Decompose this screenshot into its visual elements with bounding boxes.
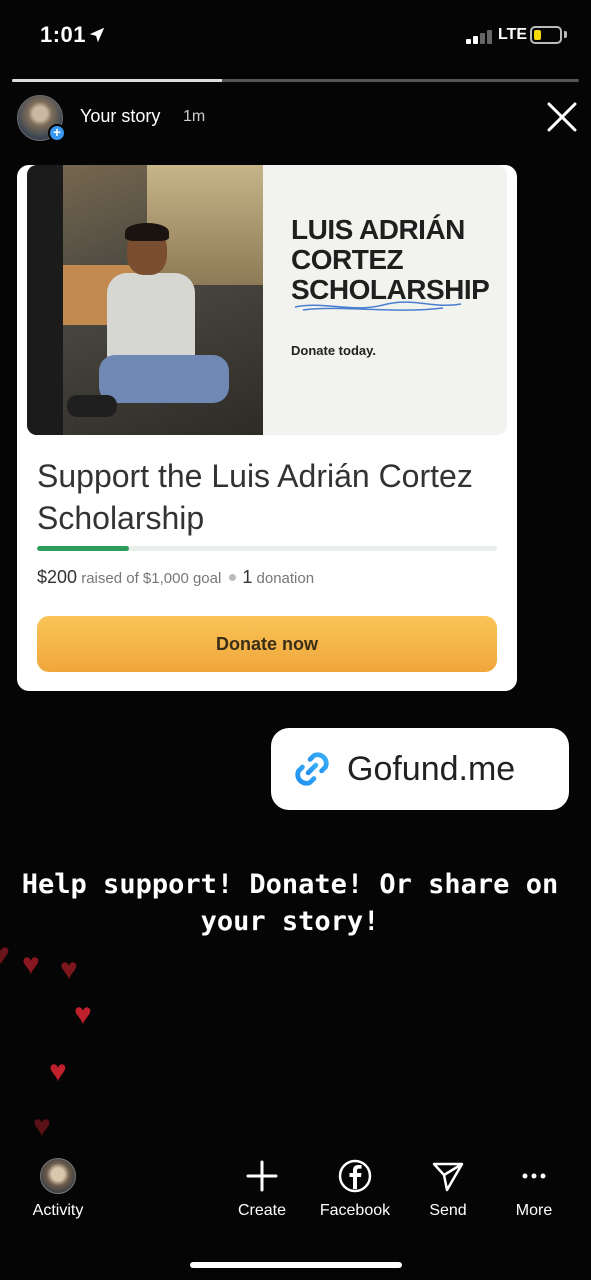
network-label: LTE [498, 26, 528, 43]
heart-icon: ♥ [60, 953, 78, 986]
campaign-title[interactable]: Support the Luis Adrián Cortez Scholarsh… [37, 455, 497, 539]
facebook-icon [338, 1159, 372, 1193]
donation-count: 1 [242, 567, 253, 587]
story-owner[interactable]: Your story [80, 106, 160, 127]
heart-icon: ♥ [49, 1055, 67, 1088]
nav-create-label: Create [237, 1202, 287, 1219]
nav-more[interactable]: More [489, 1158, 579, 1220]
nav-more-label: More [515, 1202, 553, 1219]
raised-amount: $200 [37, 567, 78, 587]
story-timestamp: 1m [183, 108, 206, 125]
battery-icon [530, 26, 562, 44]
activity-avatar [40, 1158, 76, 1194]
heart-icon: ♥ [0, 938, 10, 971]
campaign-photo [27, 165, 263, 435]
story-progress-bar [12, 79, 579, 82]
signal-icon [466, 28, 494, 44]
photo-person-shoe [67, 395, 117, 417]
photo-person [107, 273, 195, 365]
send-icon [432, 1162, 464, 1192]
donate-now-button[interactable]: Donate now [37, 616, 497, 672]
fundraiser-card[interactable]: LUIS ADRIÁN CORTEZ SCHOLARSHIP Donate to… [17, 165, 517, 691]
battery-level [534, 30, 542, 40]
nav-facebook[interactable]: Facebook [310, 1158, 400, 1220]
goal-progress-bar [37, 546, 497, 551]
nav-send[interactable]: Send [403, 1158, 493, 1220]
heart-icon: ♥ [33, 1110, 51, 1143]
story-caption: Help support! Donate! Or share on your s… [21, 869, 559, 937]
add-story-icon[interactable]: + [48, 124, 66, 142]
raised-summary: $200 raised of $1,000 goal 1 donation [37, 567, 314, 588]
image-headline: LUIS ADRIÁN CORTEZ SCHOLARSHIP [291, 214, 490, 305]
image-subtitle: Donate today. [291, 343, 376, 358]
goal-progress-fill [37, 546, 129, 551]
link-sticker[interactable]: Gofund.me [271, 728, 569, 810]
battery-nub [564, 31, 567, 38]
nav-activity[interactable]: Activity [13, 1158, 103, 1220]
status-time: 1:01 [40, 22, 87, 47]
close-icon[interactable] [546, 101, 578, 133]
location-arrow-icon [89, 27, 105, 43]
heart-icon: ♥ [22, 948, 40, 981]
raised-goal-text: raised of $1,000 goal [81, 570, 222, 587]
separator-dot [229, 574, 237, 581]
story-progress-fill [12, 79, 222, 82]
heart-icon: ♥ [74, 998, 92, 1031]
plus-icon [246, 1160, 278, 1192]
link-icon [295, 752, 329, 786]
photo-person-hair [125, 223, 169, 241]
photo-pillar [27, 165, 63, 435]
more-icon [522, 1173, 546, 1179]
home-indicator[interactable] [190, 1262, 402, 1268]
campaign-image: LUIS ADRIÁN CORTEZ SCHOLARSHIP Donate to… [27, 165, 507, 435]
link-label: Gofund.me [347, 749, 516, 788]
photo-person-legs [99, 355, 229, 403]
donation-label: donation [256, 570, 315, 587]
signature-scribble [294, 301, 462, 311]
nav-send-label: Send [429, 1202, 467, 1219]
nav-activity-label: Activity [32, 1202, 84, 1219]
photo-background [147, 165, 263, 285]
nav-create[interactable]: Create [217, 1158, 307, 1220]
nav-facebook-label: Facebook [319, 1202, 391, 1219]
